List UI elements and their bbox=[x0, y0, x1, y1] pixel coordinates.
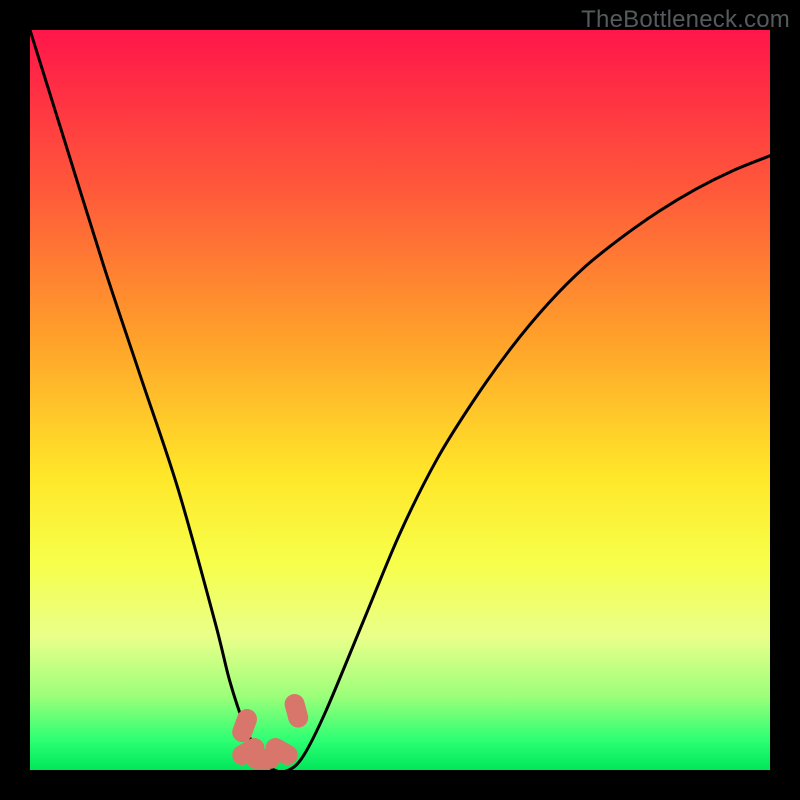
bottleneck-curve bbox=[30, 30, 770, 770]
chart-frame: TheBottleneck.com bbox=[0, 0, 800, 800]
plot-area bbox=[30, 30, 770, 770]
watermark-text: TheBottleneck.com bbox=[581, 6, 790, 34]
trough-marker bbox=[282, 692, 310, 730]
